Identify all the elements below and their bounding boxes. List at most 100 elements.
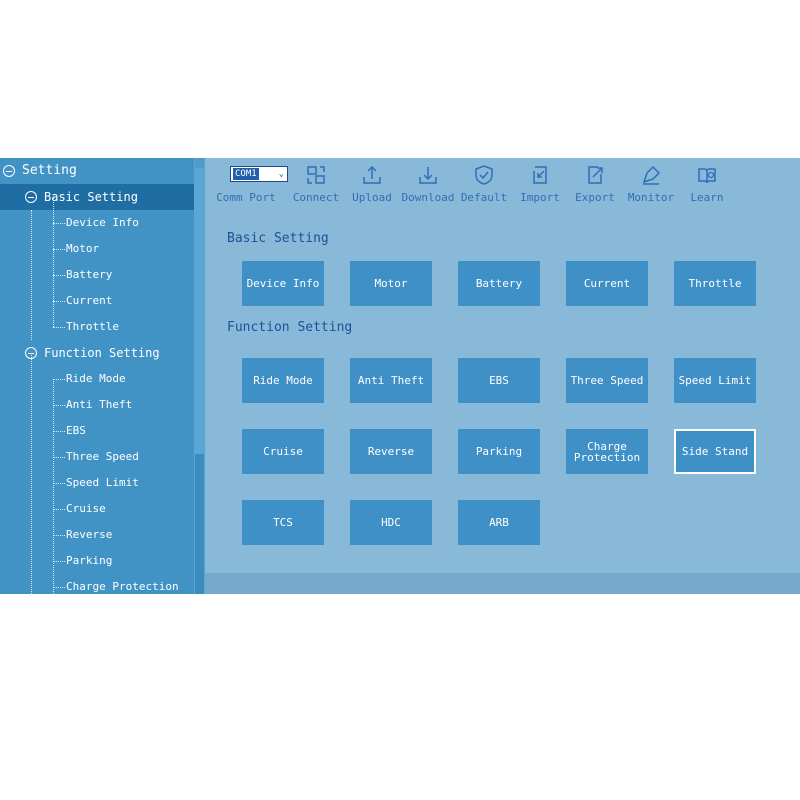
- tree-connector: [53, 431, 65, 432]
- button-label: Parking: [475, 445, 523, 458]
- sidebar-item-label: Device Info: [66, 216, 139, 229]
- button-label: Ride Mode: [253, 374, 313, 387]
- comm-port-select[interactable]: COM1 ⌄: [230, 166, 288, 182]
- sidebar-item-basic-setting[interactable]: Basic Setting: [0, 184, 194, 210]
- sidebar-item-ride-mode[interactable]: Ride Mode: [0, 366, 194, 392]
- sidebar-item-speed-limit[interactable]: Speed Limit: [0, 470, 194, 496]
- sidebar-item-three-speed[interactable]: Three Speed: [0, 444, 194, 470]
- collapse-toggle-icon[interactable]: [3, 165, 15, 177]
- export-icon: [588, 166, 603, 184]
- sidebar-item-label: Motor: [66, 242, 100, 255]
- button-label: Speed Limit: [678, 374, 752, 387]
- sidebar-item-charge-protection[interactable]: Charge Protection: [0, 574, 194, 594]
- button-label: Reverse: [367, 445, 415, 458]
- sidebar-item-current[interactable]: Current: [0, 288, 194, 314]
- sidebar-item-label: Function Setting: [44, 346, 160, 360]
- sidebar-item-label: Setting: [22, 163, 77, 178]
- toolbar-label: Export: [575, 191, 615, 204]
- sidebar-item-label: Speed Limit: [66, 476, 139, 489]
- sidebar-item-reverse[interactable]: Reverse: [0, 522, 194, 548]
- sidebar-item-parking[interactable]: Parking: [0, 548, 194, 574]
- default-button[interactable]: Default: [454, 158, 514, 208]
- scrollbar-thumb[interactable]: [195, 454, 204, 594]
- scroll-up-arrow[interactable]: [195, 158, 204, 168]
- sidebar-item-function-setting[interactable]: Function Setting: [0, 340, 194, 366]
- tree-connector: [53, 327, 65, 328]
- monitor-icon: [642, 165, 661, 185]
- throttle-button[interactable]: Throttle: [674, 261, 756, 306]
- tree-guide-line: [31, 210, 32, 340]
- tree-connector: [53, 457, 65, 458]
- download-button[interactable]: Download: [398, 158, 458, 208]
- sidebar-item-motor[interactable]: Motor: [0, 236, 194, 262]
- motor-button[interactable]: Motor: [350, 261, 432, 306]
- button-label: Charge Protection: [573, 439, 641, 464]
- monitor-button[interactable]: Monitor: [621, 158, 681, 208]
- ebs-button[interactable]: EBS: [458, 358, 540, 403]
- button-label: Device Info: [246, 277, 320, 290]
- sidebar-item-device-info[interactable]: Device Info: [0, 210, 194, 236]
- reverse-button[interactable]: Reverse: [350, 429, 432, 474]
- comm-port-tool[interactable]: COM1 ⌄ Comm Port: [215, 158, 288, 208]
- sidebar-item-cruise[interactable]: Cruise: [0, 496, 194, 522]
- button-label: TCS: [273, 516, 293, 529]
- tree-connector: [53, 483, 65, 484]
- ride-mode-button[interactable]: Ride Mode: [242, 358, 324, 403]
- side-stand-button[interactable]: Side Stand: [674, 429, 756, 474]
- hdc-button[interactable]: HDC: [350, 500, 432, 545]
- connect-button[interactable]: Connect: [286, 158, 346, 208]
- basic-setting-title: Basic Setting: [227, 231, 329, 246]
- tree-connector: [53, 405, 65, 406]
- sidebar-item-label: Cruise: [66, 502, 106, 515]
- button-label: Throttle: [688, 277, 742, 290]
- sidebar-item-throttle[interactable]: Throttle: [0, 314, 194, 340]
- sidebar-item-label: Parking: [66, 554, 113, 567]
- tree-connector: [53, 561, 65, 562]
- export-button[interactable]: Export: [565, 158, 625, 208]
- chevron-down-icon: ⌄: [278, 169, 284, 179]
- toolbar-label: Import: [520, 191, 560, 204]
- cruise-button[interactable]: Cruise: [242, 429, 324, 474]
- download-icon: [419, 167, 437, 184]
- current-button[interactable]: Current: [566, 261, 648, 306]
- toolbar-label: Upload: [352, 191, 392, 204]
- arb-button[interactable]: ARB: [458, 500, 540, 545]
- tree-guide-line: [53, 197, 54, 327]
- sidebar-item-battery[interactable]: Battery: [0, 262, 194, 288]
- charge-protection-button[interactable]: Charge Protection: [566, 429, 648, 474]
- toolbar-label: Download: [401, 191, 455, 204]
- speed-limit-button[interactable]: Speed Limit: [674, 358, 756, 403]
- tree-connector: [53, 535, 65, 536]
- toolbar-label: Connect: [292, 191, 340, 204]
- parking-button[interactable]: Parking: [458, 429, 540, 474]
- sidebar-item-label: EBS: [66, 424, 86, 437]
- sidebar-item-anti-theft[interactable]: Anti Theft: [0, 392, 194, 418]
- connect-icon: [307, 166, 325, 184]
- comm-port-value: COM1: [233, 168, 259, 180]
- three-speed-button[interactable]: Three Speed: [566, 358, 648, 403]
- status-bar: [205, 573, 800, 594]
- device-info-button[interactable]: Device Info: [242, 261, 324, 306]
- sidebar-item-label: Basic Setting: [44, 190, 138, 204]
- tree-connector: [53, 223, 65, 224]
- battery-button[interactable]: Battery: [458, 261, 540, 306]
- settings-tree-panel: Setting Basic Setting Device Info Motor Batt…: [0, 158, 194, 594]
- button-label: HDC: [381, 516, 401, 529]
- upload-button[interactable]: Upload: [342, 158, 402, 208]
- sidebar-item-setting[interactable]: Setting: [0, 158, 194, 184]
- learn-button[interactable]: Learn: [677, 158, 737, 208]
- anti-theft-button[interactable]: Anti Theft: [350, 358, 432, 403]
- app-window: Setting Basic Setting Device Info Motor Batt…: [0, 158, 800, 594]
- sidebar-item-ebs[interactable]: EBS: [0, 418, 194, 444]
- button-label: ARB: [489, 516, 509, 529]
- collapse-toggle-icon[interactable]: [25, 191, 37, 203]
- button-label: Current: [583, 277, 631, 290]
- tree-connector: [53, 509, 65, 510]
- upload-icon: [363, 165, 381, 184]
- tcs-button[interactable]: TCS: [242, 500, 324, 545]
- tree-connector: [53, 275, 65, 276]
- button-label: EBS: [489, 374, 509, 387]
- tree-connector: [53, 249, 65, 250]
- shield-check-icon: [475, 165, 493, 185]
- import-button[interactable]: Import: [510, 158, 570, 208]
